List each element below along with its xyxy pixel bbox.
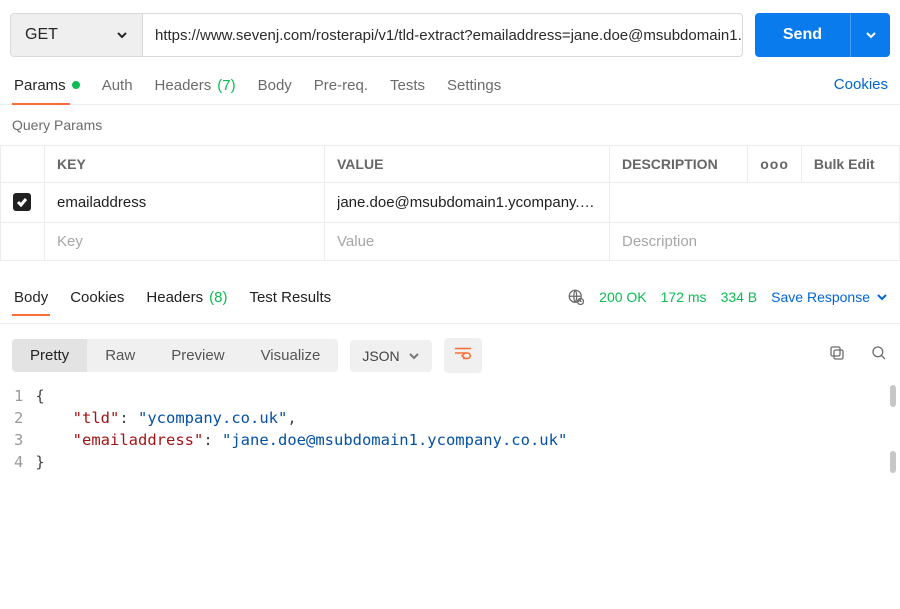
tab-headers-label: Headers — [155, 77, 212, 94]
view-mode-group: Pretty Raw Preview Visualize — [12, 339, 338, 372]
resp-tab-headers[interactable]: Headers (8) — [144, 279, 229, 315]
url-text: https://www.sevenj.com/rosterapi/v1/tld-… — [155, 27, 742, 44]
scrollbar[interactable] — [890, 385, 896, 407]
request-tabs: Params Auth Headers (7) Body Pre-req. Te… — [0, 65, 900, 105]
param-key-placeholder[interactable]: Key — [45, 223, 325, 261]
param-value-cell[interactable]: jane.doe@msubdomain1.ycompany.co.… — [325, 183, 610, 223]
params-active-dot-icon — [72, 81, 80, 89]
http-method-label: GET — [25, 26, 58, 44]
view-mode-preview[interactable]: Preview — [153, 339, 242, 372]
resp-tab-headers-label: Headers — [146, 289, 203, 306]
format-select-label: JSON — [362, 348, 399, 364]
param-value-placeholder[interactable]: Value — [325, 223, 610, 261]
tab-prereq[interactable]: Pre-req. — [312, 67, 370, 103]
check-icon — [16, 196, 28, 208]
table-row-placeholder: Key Value Description — [1, 223, 900, 261]
section-title: Query Params — [0, 105, 900, 145]
status-time: 172 ms — [661, 289, 707, 305]
resp-tab-test-results[interactable]: Test Results — [247, 279, 333, 315]
code-area: { "tld": "ycompany.co.uk", "emailaddress… — [35, 385, 567, 473]
tab-tests[interactable]: Tests — [388, 67, 427, 103]
resp-tab-headers-count: (8) — [209, 289, 227, 306]
chevron-down-icon — [876, 291, 888, 303]
url-input[interactable]: https://www.sevenj.com/rosterapi/v1/tld-… — [143, 14, 742, 56]
chevron-down-icon — [865, 29, 877, 41]
tab-body[interactable]: Body — [256, 67, 294, 103]
cookies-link[interactable]: Cookies — [834, 76, 888, 93]
view-mode-visualize[interactable]: Visualize — [243, 339, 339, 372]
search-button[interactable] — [870, 344, 888, 367]
send-button-group: Send — [755, 13, 890, 57]
save-response-button[interactable]: Save Response — [771, 289, 888, 305]
query-params-table: KEY VALUE DESCRIPTION ooo Bulk Edit emai… — [0, 145, 900, 261]
table-row: emailaddress jane.doe@msubdomain1.ycompa… — [1, 183, 900, 223]
row-checkbox[interactable] — [13, 193, 31, 211]
resp-tab-body[interactable]: Body — [12, 279, 50, 315]
tab-settings[interactable]: Settings — [445, 67, 503, 103]
param-key-cell[interactable]: emailaddress — [45, 183, 325, 223]
param-description-placeholder[interactable]: Description — [610, 223, 900, 261]
chevron-down-icon — [408, 350, 420, 362]
line-gutter: 1234 — [6, 385, 35, 473]
chevron-down-icon — [116, 29, 128, 41]
network-icon[interactable] — [567, 288, 585, 306]
active-tab-underline — [12, 103, 70, 105]
col-more-button[interactable]: ooo — [748, 146, 802, 183]
send-button[interactable]: Send — [755, 13, 850, 57]
method-url-group: GET https://www.sevenj.com/rosterapi/v1/… — [10, 13, 743, 57]
col-value-header: VALUE — [325, 146, 610, 183]
status-code: 200 OK — [599, 289, 646, 305]
copy-button[interactable] — [828, 344, 846, 367]
response-toolbar: Pretty Raw Preview Visualize JSON — [0, 324, 900, 385]
http-method-select[interactable]: GET — [11, 14, 143, 56]
format-select[interactable]: JSON — [350, 340, 431, 372]
scrollbar[interactable] — [890, 451, 896, 473]
wrap-lines-button[interactable] — [444, 338, 482, 373]
resp-tab-cookies[interactable]: Cookies — [68, 279, 126, 315]
row-checkbox-empty — [1, 223, 45, 261]
col-checkbox-header — [1, 146, 45, 183]
col-description-header: DESCRIPTION — [610, 146, 748, 183]
resp-active-tab-underline — [12, 314, 50, 316]
response-code-body[interactable]: 1234 { "tld": "ycompany.co.uk", "emailad… — [0, 385, 900, 473]
save-response-label: Save Response — [771, 289, 870, 305]
tab-headers[interactable]: Headers (7) — [153, 67, 238, 103]
param-key: emailaddress — [57, 194, 146, 211]
bulk-edit-button[interactable]: Bulk Edit — [801, 146, 899, 183]
tab-auth[interactable]: Auth — [100, 67, 135, 103]
param-value: jane.doe@msubdomain1.ycompany.co.… — [337, 194, 597, 211]
view-mode-pretty[interactable]: Pretty — [12, 339, 87, 372]
tab-headers-count: (7) — [217, 77, 235, 94]
send-dropdown-button[interactable] — [850, 13, 890, 57]
param-description-cell[interactable] — [610, 183, 900, 223]
view-mode-raw[interactable]: Raw — [87, 339, 153, 372]
tab-params[interactable]: Params — [12, 67, 82, 103]
status-size: 334 B — [721, 289, 758, 305]
col-key-header: KEY — [45, 146, 325, 183]
response-tabs: Body Cookies Headers (8) Test Results 20… — [0, 261, 900, 315]
tab-params-label: Params — [14, 77, 66, 94]
